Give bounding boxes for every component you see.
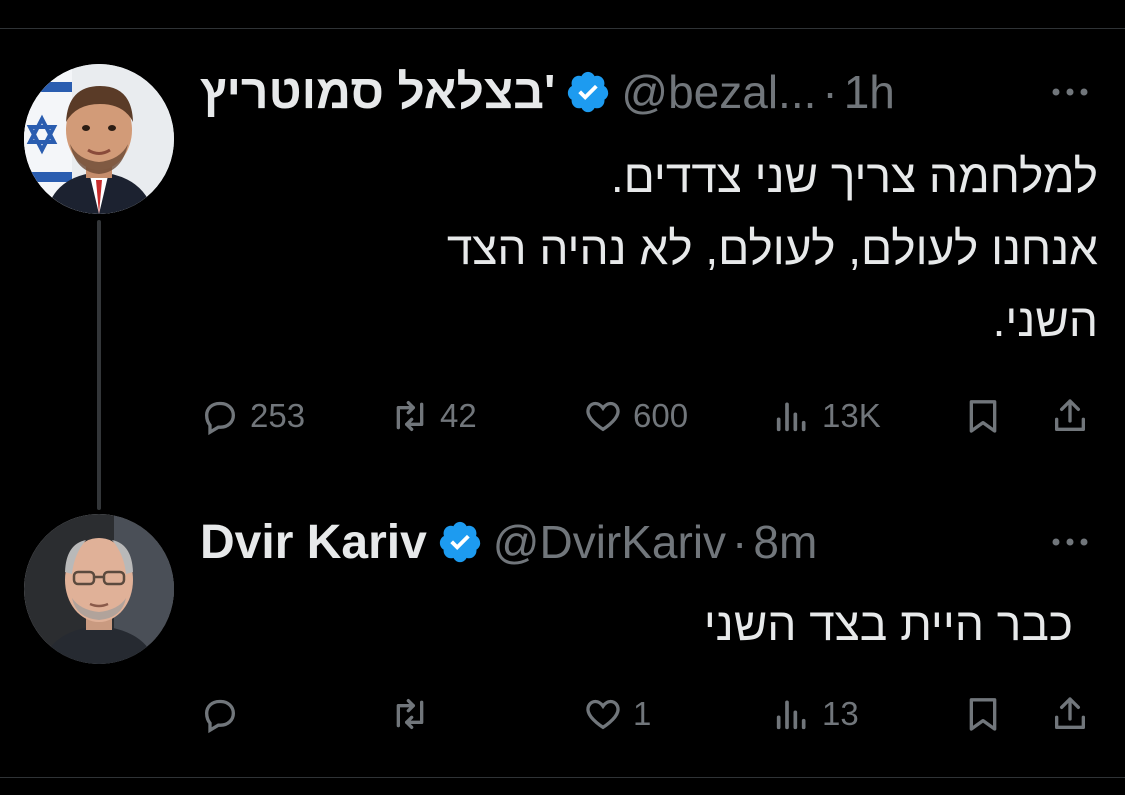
share-icon (1055, 399, 1085, 431)
timestamp[interactable]: 8m (753, 515, 817, 569)
verified-badge-icon (439, 521, 480, 563)
like-button[interactable]: 600 (583, 396, 688, 436)
avatar-image (24, 514, 174, 664)
like-icon (586, 401, 620, 432)
share-button[interactable] (1050, 396, 1090, 436)
author-name[interactable]: Dvir Kariv (200, 515, 427, 570)
view-count: 13 (822, 695, 859, 732)
dot-separator: · (822, 66, 838, 118)
repost-icon (396, 401, 424, 431)
like-button[interactable]: 1 (583, 694, 651, 734)
share-button[interactable] (1050, 694, 1090, 734)
reply-icon (204, 699, 236, 734)
timestamp[interactable]: 1h (844, 65, 895, 119)
tweet-text: כבר היית בצד השני (703, 598, 1073, 650)
more-options-button[interactable] (1045, 522, 1095, 562)
views-icon (776, 402, 806, 432)
more-options-button[interactable] (1045, 72, 1095, 112)
bookmark-icon (969, 400, 997, 433)
bookmark-icon (969, 698, 997, 731)
top-divider (0, 28, 1125, 29)
repost-button[interactable]: 42 (390, 396, 477, 436)
tweet-1-header: בצלאל סמוטריץ' @bezal... · 1h (200, 60, 895, 124)
views-icon (776, 700, 806, 730)
avatar-dvir-kariv[interactable] (24, 514, 174, 664)
tweet-2-header: Dvir Kariv @DvirKariv · 8m (200, 510, 817, 574)
repost-button[interactable] (390, 694, 440, 734)
view-count: 13K (822, 397, 881, 434)
tweet-text: למלחמה צריך שני צדדים. אנחנו לעולם, לעול… (446, 150, 1098, 346)
reply-button[interactable] (200, 694, 250, 734)
views-button[interactable]: 13K (772, 396, 881, 436)
bottom-divider (0, 777, 1125, 778)
dot-separator: · (732, 516, 748, 568)
avatar-image (24, 64, 174, 214)
repost-icon (396, 699, 424, 729)
share-icon (1055, 697, 1085, 729)
like-icon (586, 699, 620, 730)
reply-icon (204, 401, 236, 436)
thread-connector-line (97, 220, 101, 510)
author-handle[interactable]: @bezal... (621, 65, 816, 119)
reply-button[interactable]: 253 (200, 396, 305, 436)
verified-badge-icon (568, 71, 609, 113)
author-handle[interactable]: @DvirKariv (493, 515, 726, 569)
like-count: 1 (633, 695, 652, 732)
repost-count: 42 (440, 397, 477, 434)
more-icon (1052, 88, 1088, 96)
views-button[interactable]: 13 (772, 694, 859, 734)
reply-count: 253 (250, 397, 306, 434)
bookmark-button[interactable] (963, 694, 1003, 734)
avatar-smotrich[interactable] (24, 64, 174, 214)
more-icon (1052, 538, 1088, 546)
like-count: 600 (633, 397, 689, 434)
bookmark-button[interactable] (963, 396, 1003, 436)
author-name[interactable]: בצלאל סמוטריץ' (200, 65, 555, 120)
